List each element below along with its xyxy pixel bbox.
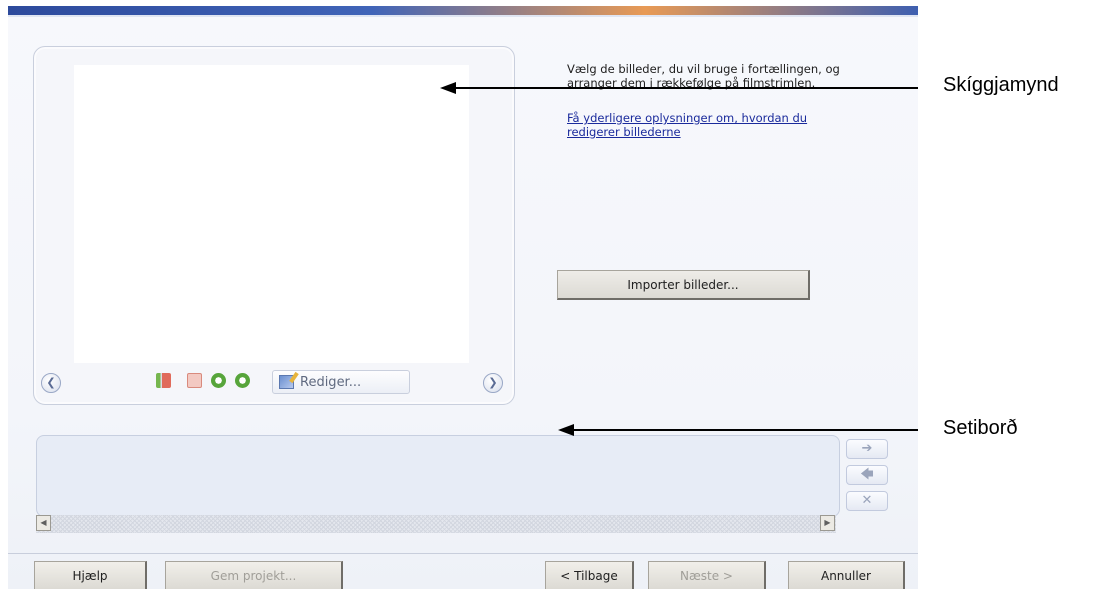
- import-pictures-button[interactable]: Importer billeder...: [557, 270, 810, 300]
- chevron-left-icon[interactable]: ❮: [41, 373, 61, 393]
- cancel-button[interactable]: Annuller: [788, 561, 905, 589]
- callout-arrowhead-preview: [440, 82, 456, 94]
- edit-button-label: Rediger...: [300, 374, 362, 390]
- edit-icon: [279, 375, 294, 389]
- help-button[interactable]: Hjælp: [34, 561, 147, 589]
- arrow-left-icon[interactable]: 🡄: [846, 465, 888, 485]
- help-link[interactable]: Få yderligere oplysninger om, hvordan du…: [567, 111, 847, 139]
- instructions-text: Vælg de billeder, du vil bruge i fortæll…: [567, 62, 840, 90]
- filmstrip[interactable]: [36, 435, 840, 517]
- chevron-right-icon[interactable]: ❯: [483, 373, 503, 393]
- edit-button[interactable]: Rediger...: [272, 370, 410, 394]
- arrow-right-icon[interactable]: ➔: [846, 439, 888, 459]
- callout-label-storyboard: Setiborð: [943, 417, 1018, 439]
- callout-arrowhead-storyboard: [558, 424, 574, 436]
- footer-separator: [8, 553, 918, 554]
- save-project-button[interactable]: Gem projekt...: [165, 561, 343, 589]
- scroll-right-button[interactable]: ▶: [820, 515, 835, 531]
- back-button[interactable]: < Tilbage: [545, 561, 634, 589]
- filmstrip-scrollbar[interactable]: [36, 515, 836, 533]
- callout-label-preview: Skíggjamynd: [943, 74, 1059, 96]
- next-button[interactable]: Næste >: [648, 561, 766, 589]
- preview-image-area: [74, 65, 469, 363]
- callout-line-storyboard: [573, 429, 918, 431]
- remove-redeye-icon[interactable]: [187, 373, 202, 388]
- color-adjust-icon[interactable]: [156, 373, 171, 388]
- scroll-left-button[interactable]: ◀: [36, 515, 51, 531]
- close-icon[interactable]: ✕: [846, 491, 888, 511]
- title-strip: [8, 6, 918, 17]
- rotate-left-icon[interactable]: [211, 373, 226, 388]
- callout-line-preview: [455, 87, 918, 89]
- rotate-right-icon[interactable]: [235, 373, 250, 388]
